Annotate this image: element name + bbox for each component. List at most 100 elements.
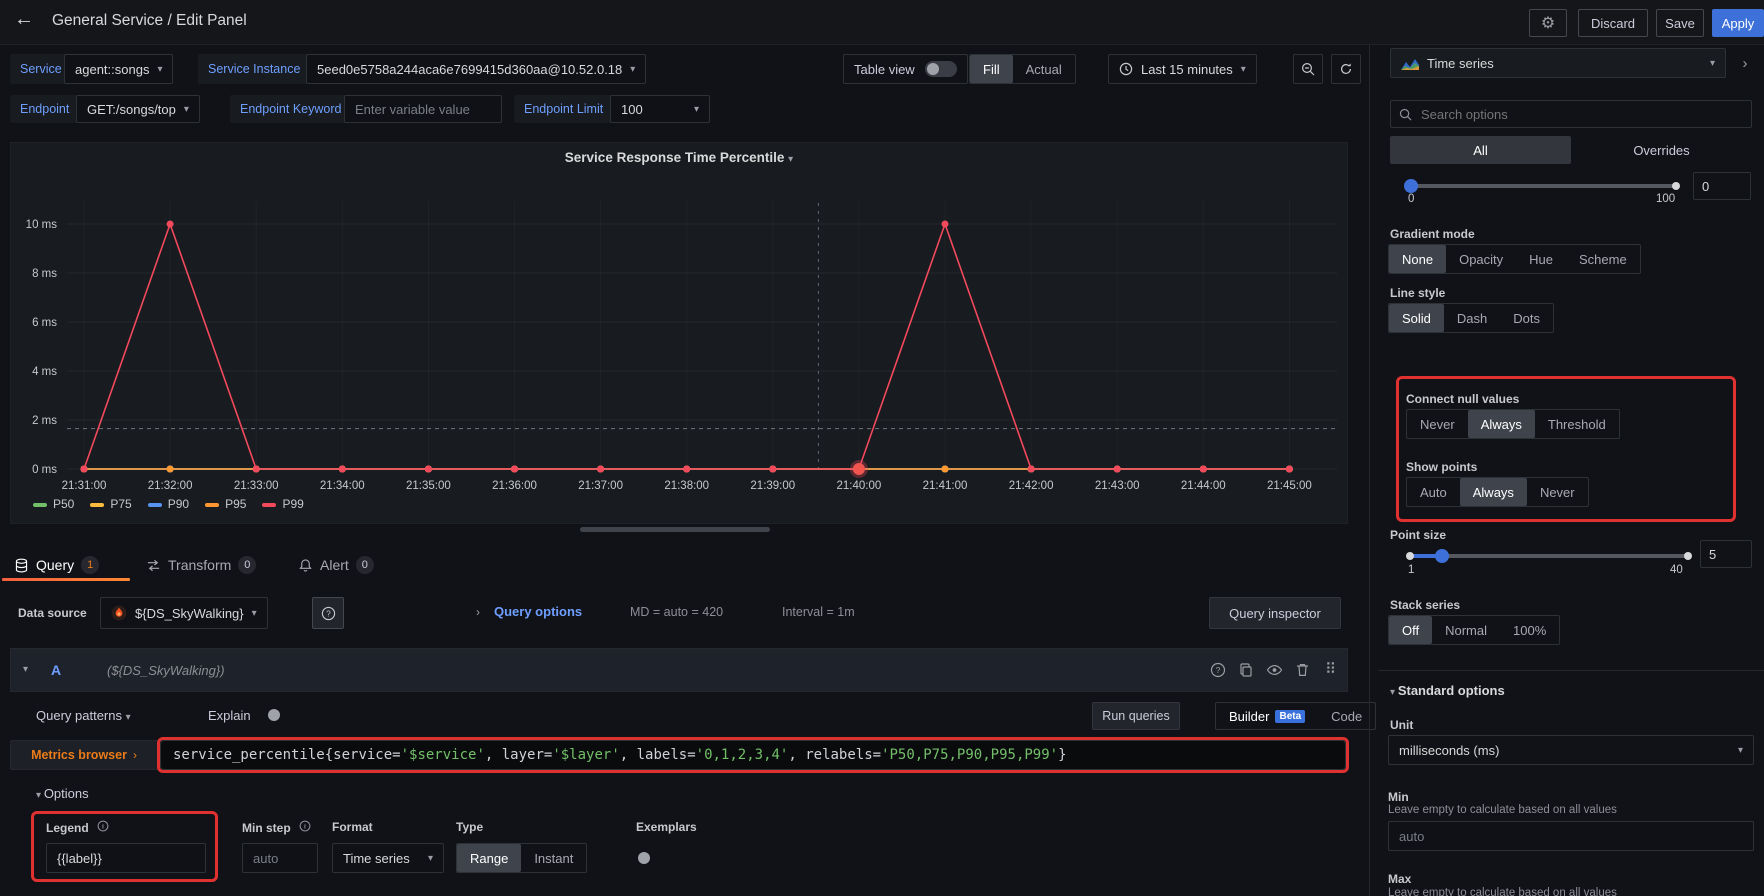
copy-icon[interactable] — [1238, 662, 1254, 678]
run-queries-button[interactable]: Run queries — [1092, 702, 1180, 730]
panel-type-selector[interactable]: Time series ▾ — [1390, 48, 1726, 78]
connect-nulls-never[interactable]: Never — [1407, 410, 1468, 438]
tab-overrides[interactable]: Overrides — [1571, 136, 1752, 164]
endpoint-dropdown[interactable]: GET:/songs/top▾ — [76, 95, 200, 123]
unit-dropdown[interactable]: milliseconds (ms)▾ — [1388, 735, 1754, 765]
search-options-input[interactable] — [1419, 106, 1743, 123]
time-range-value: Last 15 minutes — [1141, 62, 1233, 77]
gradient-scheme[interactable]: Scheme — [1566, 245, 1640, 273]
panel-settings-button[interactable]: ⚙ — [1529, 9, 1567, 37]
svg-text:21:45:00: 21:45:00 — [1267, 480, 1312, 492]
service-instance-dropdown[interactable]: 5eed0e5758a244aca6e7699415d360aa@10.52.0… — [306, 54, 646, 84]
show-points-always[interactable]: Always — [1460, 478, 1527, 506]
drag-grip-icon[interactable]: ⠿ — [1325, 660, 1336, 678]
builder-option[interactable]: Builder Beta — [1216, 703, 1318, 729]
tab-all[interactable]: All — [1390, 136, 1571, 164]
horizontal-scrollbar[interactable] — [580, 527, 770, 532]
legend-label: P75 — [110, 497, 131, 511]
apply-button[interactable]: Apply — [1712, 9, 1764, 37]
top-header: ← General Service / Edit Panel ⚙ Discard… — [0, 0, 1764, 45]
help-circle-icon[interactable]: ? — [1210, 662, 1226, 678]
pane-splitter[interactable] — [1369, 45, 1370, 896]
active-tab-underline — [2, 578, 130, 581]
chart-legend: P50 P75 P90 P95 P99 — [33, 497, 304, 511]
line-style-solid[interactable]: Solid — [1389, 304, 1444, 332]
legend-swatch — [262, 503, 276, 507]
standard-options-toggle[interactable]: ▾ Standard options — [1390, 683, 1505, 698]
discard-button[interactable]: Discard — [1578, 9, 1648, 37]
datasource-dropdown[interactable]: ${DS_SkyWalking} ▾ — [100, 597, 268, 629]
grafana-edit-panel: ← General Service / Edit Panel ⚙ Discard… — [0, 0, 1764, 896]
show-points-auto[interactable]: Auto — [1407, 478, 1460, 506]
save-button[interactable]: Save — [1656, 9, 1704, 37]
code-option[interactable]: Code — [1318, 703, 1375, 729]
show-points-never[interactable]: Never — [1527, 478, 1588, 506]
zoom-out-button[interactable] — [1293, 54, 1323, 84]
gradient-opacity[interactable]: Opacity — [1446, 245, 1516, 273]
min-step-input[interactable] — [242, 843, 318, 873]
query-row-header[interactable]: ▾ A (${DS_SkyWalking}) ? ⠿ — [10, 648, 1348, 692]
type-instant-option[interactable]: Instant — [521, 844, 586, 872]
unit-value: milliseconds (ms) — [1399, 743, 1499, 758]
back-arrow-icon[interactable]: ← — [14, 8, 34, 31]
unit-label: Unit — [1390, 718, 1413, 732]
time-range-picker[interactable]: Last 15 minutes ▾ — [1108, 54, 1257, 84]
endpoint-keyword-input[interactable] — [344, 95, 502, 123]
tab-query[interactable]: Query 1 — [14, 556, 99, 574]
legend-item[interactable]: P99 — [262, 497, 303, 511]
query-patterns-toggle[interactable]: Query patterns ▾ — [36, 708, 131, 723]
slider-min-label: 1 — [1408, 564, 1414, 576]
query-expression-input[interactable]: service_percentile{service='$service', l… — [160, 740, 1346, 770]
slider-value-input[interactable]: 0 — [1693, 172, 1751, 200]
eye-icon[interactable] — [1266, 662, 1283, 678]
chevron-down-icon: ▾ — [184, 104, 189, 115]
format-dropdown[interactable]: Time series▾ — [332, 843, 444, 873]
point-size-value-input[interactable]: 5 — [1700, 540, 1752, 568]
collapse-chevron-icon[interactable]: ▾ — [23, 664, 28, 675]
line-style-dash[interactable]: Dash — [1444, 304, 1500, 332]
query-expression-token: , — [620, 747, 637, 763]
collapse-pane-button[interactable]: › — [1732, 48, 1758, 78]
datasource-help-button[interactable]: ? — [312, 597, 344, 629]
min-input[interactable] — [1388, 821, 1754, 851]
legend-swatch — [205, 503, 219, 507]
chevron-down-icon: ▾ — [36, 790, 44, 801]
endpoint-limit-dropdown[interactable]: 100▾ — [610, 95, 710, 123]
timeseries-chart[interactable]: 0 ms2 ms4 ms6 ms8 ms10 ms21:31:0021:32:0… — [11, 143, 1349, 525]
options-toggle[interactable]: ▾ Options — [36, 786, 89, 801]
chevron-down-icon: ▾ — [1241, 64, 1246, 75]
svg-text:21:34:00: 21:34:00 — [320, 480, 365, 492]
stack-normal[interactable]: Normal — [1432, 616, 1500, 644]
legend-input[interactable] — [46, 843, 206, 873]
query-expression-token: service_percentile{ — [173, 747, 333, 763]
legend-item[interactable]: P95 — [205, 497, 246, 511]
stack-off[interactable]: Off — [1389, 616, 1432, 644]
gradient-hue[interactable]: Hue — [1516, 245, 1566, 273]
trash-icon[interactable] — [1295, 662, 1310, 678]
line-style-dots[interactable]: Dots — [1500, 304, 1553, 332]
refresh-button[interactable] — [1331, 54, 1361, 84]
gradient-none[interactable]: None — [1389, 245, 1446, 273]
info-circle-icon: i — [299, 820, 311, 832]
query-expression-token: layer= — [502, 747, 553, 763]
fill-option[interactable]: Fill — [970, 55, 1013, 83]
stack-100[interactable]: 100% — [1500, 616, 1559, 644]
legend-item[interactable]: P50 — [33, 497, 74, 511]
query-options-toggle[interactable]: Query options — [494, 604, 582, 619]
tab-transform[interactable]: Transform 0 — [146, 556, 256, 574]
table-view-toggle[interactable] — [925, 61, 957, 77]
query-inspector-button[interactable]: Query inspector — [1209, 597, 1341, 629]
info-circle-icon: i — [97, 820, 109, 832]
service-dropdown[interactable]: agent::songs▾ — [64, 54, 173, 84]
connect-nulls-always[interactable]: Always — [1468, 410, 1535, 438]
legend-item[interactable]: P75 — [90, 497, 131, 511]
type-range-option[interactable]: Range — [457, 844, 521, 872]
legend-item[interactable]: P90 — [148, 497, 189, 511]
actual-option[interactable]: Actual — [1013, 55, 1075, 83]
metrics-browser-button[interactable]: Metrics browser › — [10, 740, 158, 770]
chevron-down-icon: ▾ — [694, 104, 699, 115]
table-view-control: Table view — [843, 54, 968, 84]
connect-nulls-threshold[interactable]: Threshold — [1535, 410, 1619, 438]
search-options-box[interactable] — [1390, 100, 1752, 128]
tab-alert[interactable]: Alert 0 — [298, 556, 374, 574]
